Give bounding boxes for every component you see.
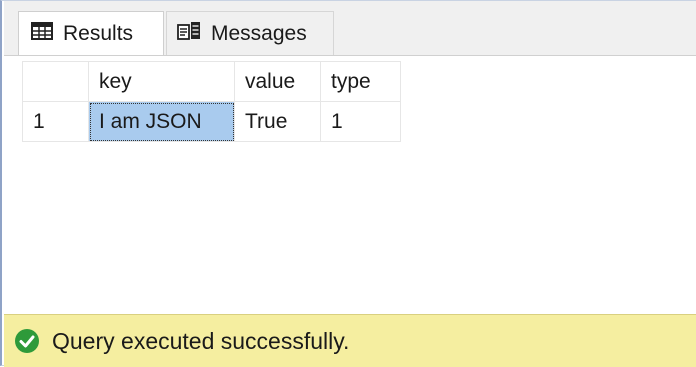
column-header-type[interactable]: type — [320, 61, 401, 102]
tab-messages-label: Messages — [211, 21, 307, 45]
tab-bar: Results Messages — [4, 1, 696, 56]
status-text: Query executed successfully. — [52, 327, 350, 354]
check-circle-icon — [14, 328, 40, 354]
cell-key[interactable]: I am JSON — [88, 101, 235, 142]
tab-results-label: Results — [63, 21, 134, 45]
results-grid: key value type 1 I am JSON True 1 — [22, 61, 401, 142]
grid-header-row: key value type — [22, 61, 401, 102]
grid-icon — [31, 21, 53, 46]
results-pane: Results Messages key value type 1 I am J… — [0, 0, 696, 367]
messages-icon — [177, 21, 201, 47]
table-row: 1 I am JSON True 1 — [22, 101, 401, 142]
column-header-key[interactable]: key — [88, 61, 235, 102]
row-number-cell[interactable]: 1 — [22, 101, 89, 142]
column-header-value[interactable]: value — [234, 61, 321, 102]
cell-value[interactable]: True — [234, 101, 321, 142]
cell-type[interactable]: 1 — [320, 101, 401, 142]
status-bar: Query executed successfully. — [4, 314, 696, 367]
tab-messages[interactable]: Messages — [166, 11, 334, 55]
tab-results[interactable]: Results — [18, 11, 164, 55]
row-number-header[interactable] — [22, 61, 89, 102]
